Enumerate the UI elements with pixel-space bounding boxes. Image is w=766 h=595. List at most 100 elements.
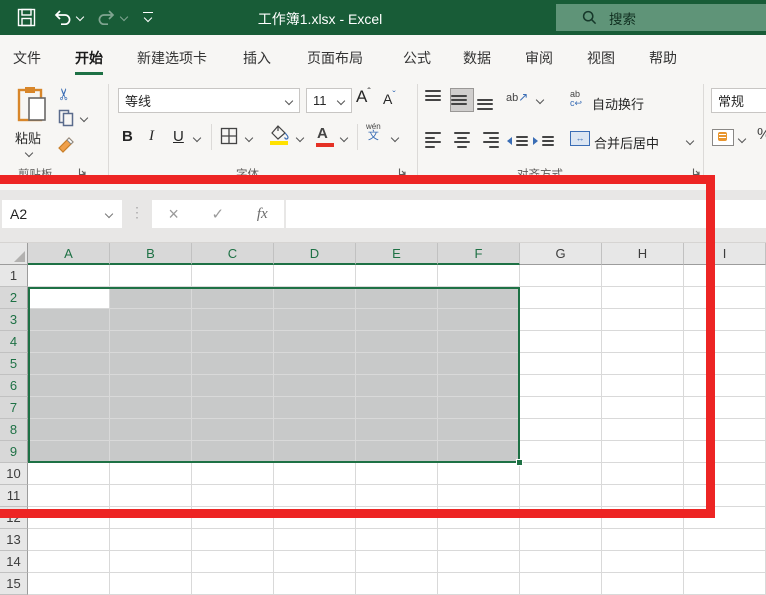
cell-I6[interactable] bbox=[684, 375, 766, 397]
cell-G12[interactable] bbox=[520, 507, 602, 529]
cell-A1[interactable] bbox=[28, 265, 110, 287]
cell-E5[interactable] bbox=[356, 353, 438, 375]
cell-G11[interactable] bbox=[520, 485, 602, 507]
tab-ribbon-1[interactable]: 开始 bbox=[75, 48, 103, 68]
clipboard-dialog-launcher-icon[interactable] bbox=[78, 167, 87, 176]
cell-E14[interactable] bbox=[356, 551, 438, 573]
cell-F9[interactable] bbox=[438, 441, 520, 463]
cell-G9[interactable] bbox=[520, 441, 602, 463]
tab-ribbon-7[interactable]: 审阅 bbox=[525, 48, 553, 68]
cell-G4[interactable] bbox=[520, 331, 602, 353]
cell-C6[interactable] bbox=[192, 375, 274, 397]
font-color-dropdown-icon[interactable] bbox=[340, 134, 348, 142]
cell-E6[interactable] bbox=[356, 375, 438, 397]
cell-E2[interactable] bbox=[356, 287, 438, 309]
tab-ribbon-4[interactable]: 页面布局 bbox=[307, 48, 363, 68]
cut-icon[interactable]: ✂ bbox=[55, 87, 75, 100]
cell-E11[interactable] bbox=[356, 485, 438, 507]
cell-D10[interactable] bbox=[274, 463, 356, 485]
accounting-format-icon[interactable] bbox=[712, 129, 734, 146]
align-top-button[interactable] bbox=[424, 88, 448, 112]
cell-C4[interactable] bbox=[192, 331, 274, 353]
cell-G3[interactable] bbox=[520, 309, 602, 331]
cell-B15[interactable] bbox=[110, 573, 192, 595]
cell-D7[interactable] bbox=[274, 397, 356, 419]
cell-A3[interactable] bbox=[28, 309, 110, 331]
name-box-dropdown-icon[interactable] bbox=[105, 210, 113, 218]
row-header-5[interactable]: 5 bbox=[0, 353, 28, 375]
wrap-text-icon[interactable]: ab c↩ bbox=[570, 90, 582, 108]
tab-file[interactable]: 文件 bbox=[13, 48, 41, 68]
cell-H3[interactable] bbox=[602, 309, 684, 331]
cell-H7[interactable] bbox=[602, 397, 684, 419]
cell-H8[interactable] bbox=[602, 419, 684, 441]
row-header-13[interactable]: 13 bbox=[0, 529, 28, 551]
align-center-button[interactable] bbox=[450, 128, 474, 152]
cell-F12[interactable] bbox=[438, 507, 520, 529]
cell-E13[interactable] bbox=[356, 529, 438, 551]
tab-ribbon-8[interactable]: 视图 bbox=[587, 48, 615, 68]
cell-B2[interactable] bbox=[110, 287, 192, 309]
tab-ribbon-9[interactable]: 帮助 bbox=[649, 48, 677, 68]
cell-F13[interactable] bbox=[438, 529, 520, 551]
font-name-combobox[interactable]: 等线 bbox=[118, 88, 300, 113]
cell-G7[interactable] bbox=[520, 397, 602, 419]
fill-color-icon[interactable] bbox=[270, 125, 290, 140]
number-format-combobox[interactable]: 常规 bbox=[711, 88, 766, 113]
column-header-E[interactable]: E bbox=[356, 243, 438, 265]
column-header-G[interactable]: G bbox=[520, 243, 602, 265]
align-left-button[interactable] bbox=[424, 128, 448, 152]
row-header-11[interactable]: 11 bbox=[0, 485, 28, 507]
select-all-button[interactable] bbox=[0, 243, 28, 265]
cell-H1[interactable] bbox=[602, 265, 684, 287]
tab-ribbon-2[interactable]: 新建选项卡 bbox=[137, 48, 207, 68]
save-icon[interactable] bbox=[17, 8, 36, 27]
row-header-6[interactable]: 6 bbox=[0, 375, 28, 397]
row-header-9[interactable]: 9 bbox=[0, 441, 28, 463]
cell-E15[interactable] bbox=[356, 573, 438, 595]
cell-B4[interactable] bbox=[110, 331, 192, 353]
cell-B3[interactable] bbox=[110, 309, 192, 331]
tab-ribbon-5[interactable]: 公式 bbox=[403, 48, 431, 68]
merge-center-dropdown-icon[interactable] bbox=[686, 137, 694, 145]
paste-button[interactable]: 粘贴 bbox=[10, 84, 56, 162]
cell-C9[interactable] bbox=[192, 441, 274, 463]
cell-A11[interactable] bbox=[28, 485, 110, 507]
cell-I13[interactable] bbox=[684, 529, 766, 551]
percent-style-button[interactable]: % bbox=[757, 126, 766, 144]
cell-C1[interactable] bbox=[192, 265, 274, 287]
cell-G10[interactable] bbox=[520, 463, 602, 485]
formula-bar-drag-handle[interactable]: ⋮ bbox=[130, 204, 144, 221]
copy-icon[interactable] bbox=[58, 109, 75, 127]
orientation-dropdown-icon[interactable] bbox=[536, 96, 544, 104]
cell-C10[interactable] bbox=[192, 463, 274, 485]
cell-I14[interactable] bbox=[684, 551, 766, 573]
cell-C3[interactable] bbox=[192, 309, 274, 331]
active-cell-A2[interactable] bbox=[28, 287, 110, 309]
cell-E8[interactable] bbox=[356, 419, 438, 441]
undo-dropdown-icon[interactable] bbox=[76, 13, 84, 21]
cell-D15[interactable] bbox=[274, 573, 356, 595]
cell-H4[interactable] bbox=[602, 331, 684, 353]
cell-G5[interactable] bbox=[520, 353, 602, 375]
cell-G2[interactable] bbox=[520, 287, 602, 309]
cell-B5[interactable] bbox=[110, 353, 192, 375]
cell-D1[interactable] bbox=[274, 265, 356, 287]
cell-G13[interactable] bbox=[520, 529, 602, 551]
cell-A13[interactable] bbox=[28, 529, 110, 551]
fill-color-dropdown-icon[interactable] bbox=[296, 134, 304, 142]
cell-E12[interactable] bbox=[356, 507, 438, 529]
enter-icon[interactable]: ✓ bbox=[212, 205, 225, 223]
cell-B1[interactable] bbox=[110, 265, 192, 287]
cell-F8[interactable] bbox=[438, 419, 520, 441]
cell-E9[interactable] bbox=[356, 441, 438, 463]
tab-ribbon-6[interactable]: 数据 bbox=[463, 48, 491, 68]
cell-F5[interactable] bbox=[438, 353, 520, 375]
row-header-3[interactable]: 3 bbox=[0, 309, 28, 331]
insert-function-icon[interactable]: fx bbox=[257, 206, 268, 223]
cell-I15[interactable] bbox=[684, 573, 766, 595]
search-input[interactable]: 搜索 bbox=[556, 4, 766, 31]
cell-F6[interactable] bbox=[438, 375, 520, 397]
cell-A12[interactable] bbox=[28, 507, 110, 529]
cell-H12[interactable] bbox=[602, 507, 684, 529]
